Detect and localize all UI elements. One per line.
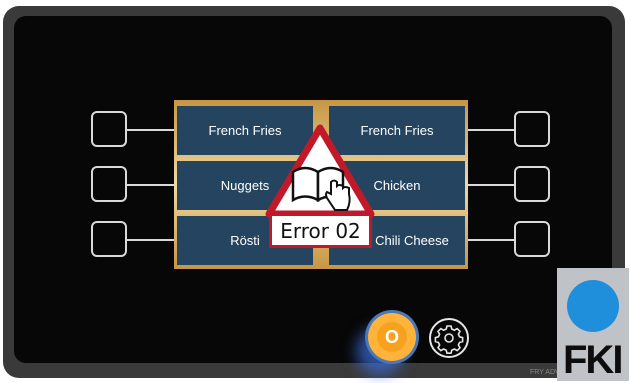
menu-button-label: Nuggets [220,178,270,193]
brand-logo: FKI [557,268,629,382]
gear-icon [434,325,464,354]
power-label: O [384,326,399,347]
side-key-left-2[interactable] [91,166,127,202]
logo-text: FKI [563,338,623,382]
model-label: FRY ADV [530,369,560,376]
side-key-connector [127,239,174,241]
power-button-face[interactable]: O [377,322,407,352]
side-key-connector [468,129,514,131]
error-code-badge: Error 02 [269,213,372,248]
menu-button-label: Chicken [373,178,421,193]
menu-button-label: Chili Cheese [375,233,449,248]
side-key-connector [468,239,514,241]
side-key-left-3[interactable] [91,221,127,257]
manual-touch-warning-icon [265,124,375,218]
settings-button[interactable] [429,318,469,358]
power-button[interactable]: O [368,313,416,361]
side-key-left-1[interactable] [91,111,127,147]
side-key-right-1[interactable] [514,111,550,147]
side-key-connector [468,184,514,186]
side-key-connector [127,184,174,186]
error-code-label: Error 02 [280,218,361,243]
side-key-right-2[interactable] [514,166,550,202]
logo-circle [567,280,619,332]
side-key-connector [127,129,174,131]
side-key-right-3[interactable] [514,221,550,257]
menu-button-label: Rösti [230,233,260,248]
